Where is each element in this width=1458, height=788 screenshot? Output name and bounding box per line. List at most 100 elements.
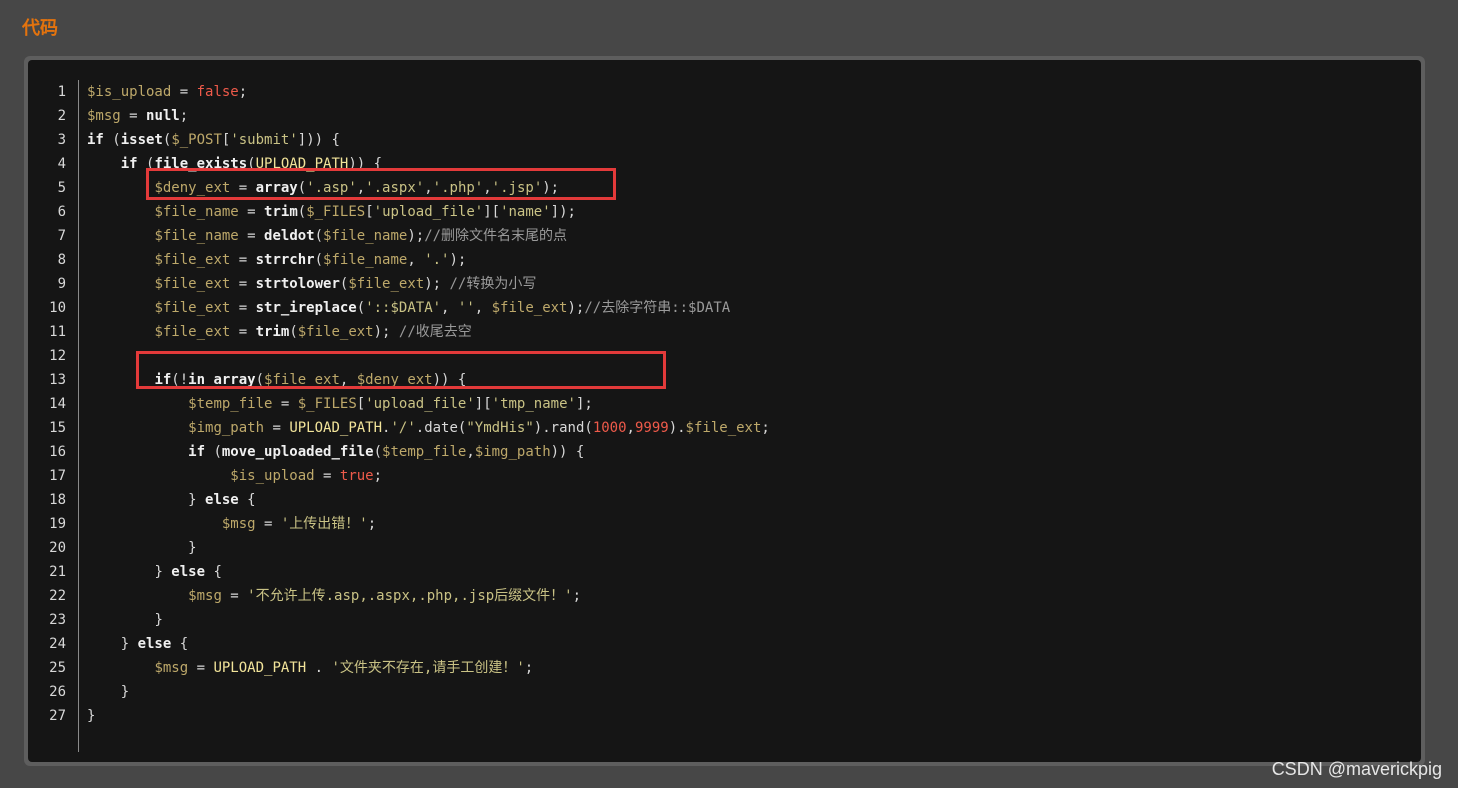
punct: ])) { <box>297 132 340 148</box>
string: '.' <box>424 252 450 268</box>
string: "YmdHis" <box>466 420 534 436</box>
string: 'submit' <box>230 132 298 148</box>
punct: , <box>466 444 475 460</box>
function: strrchr <box>255 252 315 268</box>
punct: = <box>238 204 265 220</box>
punct: = <box>230 276 256 292</box>
punct: ( <box>103 132 121 148</box>
punct: ( <box>205 444 222 460</box>
punct: = <box>230 324 256 340</box>
line-number: 26 <box>49 684 66 700</box>
variable: $file_ext <box>154 276 231 292</box>
punct: ( <box>314 252 324 268</box>
function: trim <box>264 204 298 220</box>
variable: $file_ext <box>685 420 762 436</box>
line-number: 9 <box>57 276 66 292</box>
punct: [ <box>356 396 366 412</box>
punct: ). <box>533 420 551 436</box>
section-title: 代码 <box>22 18 58 39</box>
punct: ); <box>424 276 450 292</box>
variable: $temp_file <box>188 396 273 412</box>
punct: } <box>87 708 96 724</box>
line-number: 17 <box>49 468 66 484</box>
string: 'name' <box>500 204 551 220</box>
number: 9999 <box>634 420 669 436</box>
number: 1000 <box>592 420 627 436</box>
code-line: } <box>87 536 770 560</box>
variable: $_POST <box>171 132 222 148</box>
line-number: 2 <box>57 108 66 124</box>
line-number: 11 <box>49 324 66 340</box>
line-number: 4 <box>57 156 66 172</box>
punct: = <box>238 228 265 244</box>
variable: $file_name <box>323 252 408 268</box>
code-line: $msg = '上传出错！'; <box>87 512 770 536</box>
punct: = <box>120 108 147 124</box>
constant: UPLOAD_PATH <box>289 420 383 436</box>
code-line: } <box>87 680 770 704</box>
keyword: if <box>188 444 206 460</box>
gutter-divider <box>78 80 79 752</box>
string: '' <box>457 300 475 316</box>
punct: , <box>474 300 492 316</box>
punct: = <box>230 252 256 268</box>
variable: $msg <box>221 516 256 532</box>
code-line: $msg = null; <box>87 104 770 128</box>
code-line: } <box>87 608 770 632</box>
code-line: if (isset($_POST['submit'])) { <box>87 128 770 152</box>
punct: ). <box>668 420 686 436</box>
variable: $msg <box>188 588 222 604</box>
punct: = <box>221 588 248 604</box>
punct: ( <box>314 228 324 244</box>
punct: ); <box>449 252 467 268</box>
punct: ( <box>373 444 383 460</box>
function: str_ireplace <box>255 300 357 316</box>
keyword-literal: null <box>146 108 180 124</box>
line-number: 14 <box>49 396 66 412</box>
punct: ; <box>367 516 377 532</box>
punct: = <box>314 468 340 484</box>
line-number: 27 <box>49 708 66 724</box>
comment: //收尾去空 <box>398 324 472 340</box>
punct: ( <box>356 300 366 316</box>
punct: ); <box>373 324 399 340</box>
line-number: 13 <box>49 372 66 388</box>
variable: $is_upload <box>230 468 315 484</box>
line-number: 22 <box>49 588 66 604</box>
punct: ( <box>297 204 307 220</box>
punct: ][ <box>483 204 501 220</box>
punct: } <box>188 492 206 508</box>
punct: = <box>188 660 214 676</box>
punct: ); <box>567 300 585 316</box>
punct: )) { <box>550 444 585 460</box>
highlight-box-deny-ext <box>146 168 616 200</box>
function: date <box>424 420 458 436</box>
variable: $file_ext <box>154 300 231 316</box>
code-line: $file_ext = strrchr($file_name, '.'); <box>87 248 770 272</box>
keyword: else <box>205 492 239 508</box>
line-number: 12 <box>49 348 66 364</box>
variable: $is_upload <box>87 84 172 100</box>
punct: ( <box>289 324 298 340</box>
variable: $file_name <box>154 228 239 244</box>
string: 'upload_file' <box>365 396 475 412</box>
variable: $file_name <box>154 204 239 220</box>
function: move_uploaded_file <box>221 444 374 460</box>
line-number: 6 <box>57 204 66 220</box>
variable: $file_ext <box>491 300 568 316</box>
string: '文件夹不存在,请手工创建！' <box>331 660 525 676</box>
variable: $temp_file <box>382 444 467 460</box>
punct: ; <box>238 84 248 100</box>
variable: $file_ext <box>154 252 231 268</box>
punct: . <box>306 660 332 676</box>
